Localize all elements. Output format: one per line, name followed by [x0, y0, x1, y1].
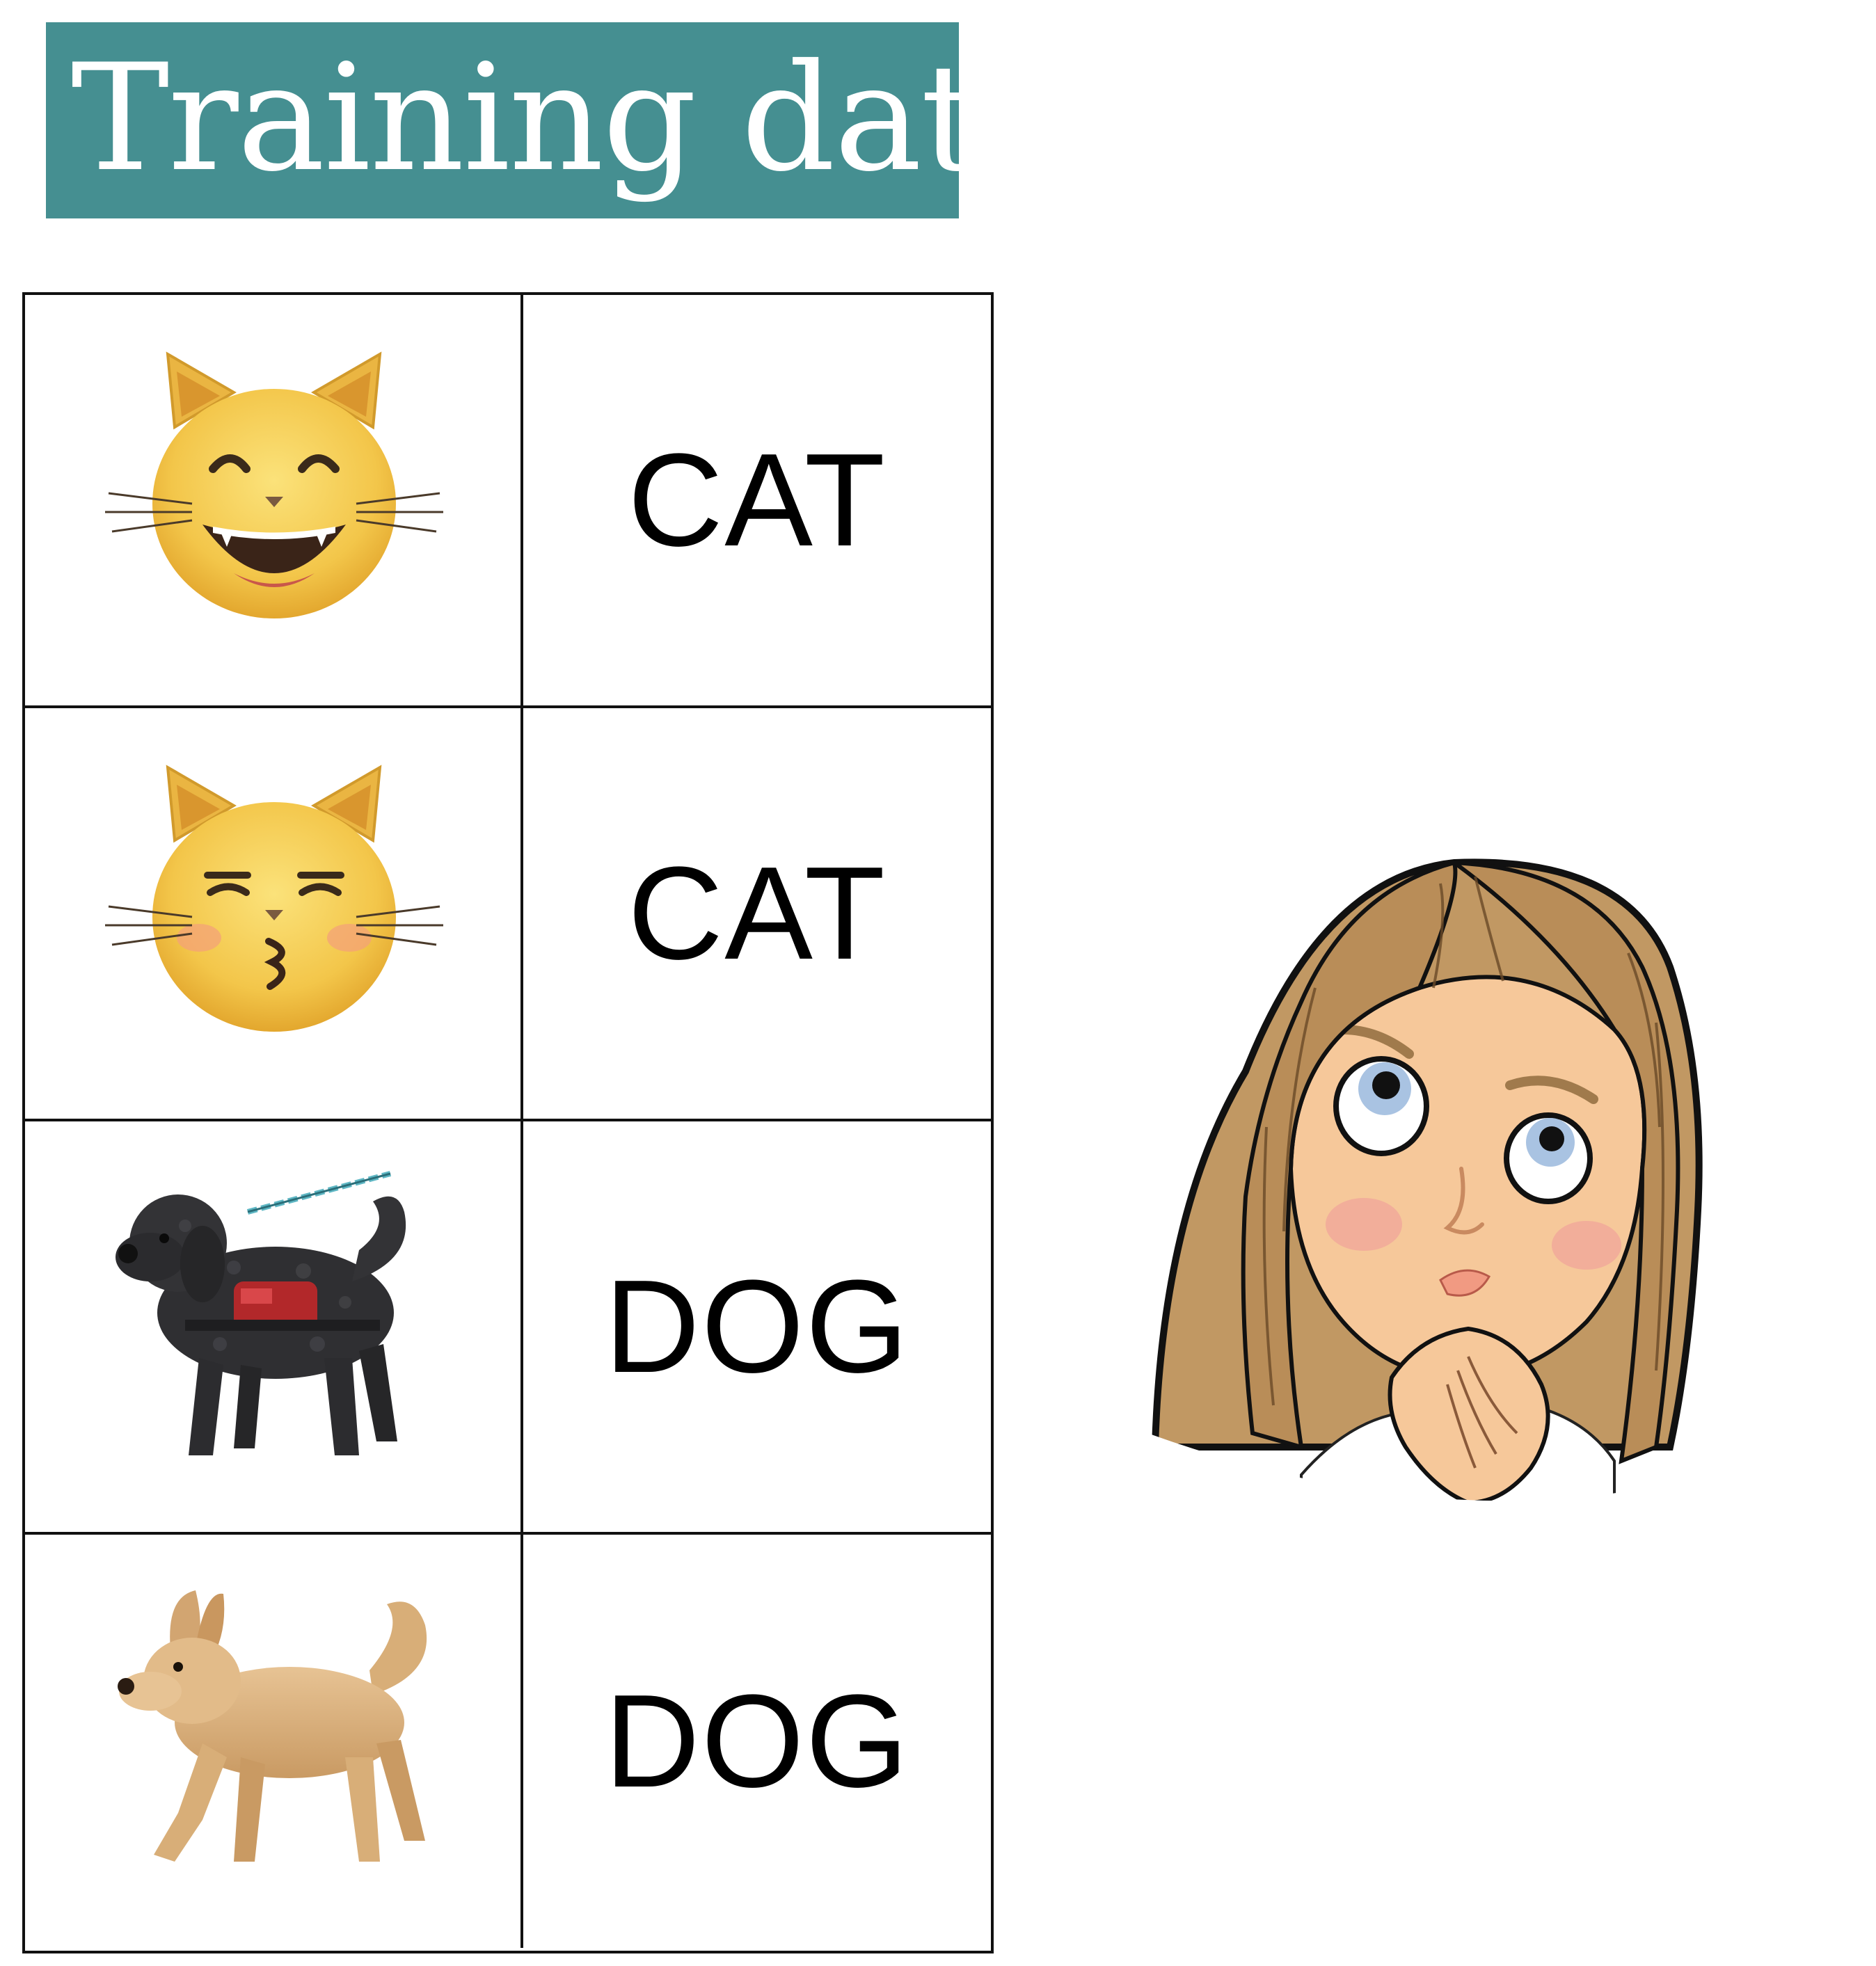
- dog-icon: [118, 1590, 427, 1862]
- grinning-cat-icon: [105, 351, 443, 618]
- image-cell: [25, 1535, 523, 1948]
- image-cell: [25, 1121, 523, 1532]
- service-dog-icon: [116, 1171, 406, 1455]
- kissing-cat-icon: [105, 765, 443, 1032]
- label-text: CAT: [628, 426, 887, 574]
- table-row: DOG: [25, 1535, 991, 1948]
- label-cell: CAT: [523, 708, 991, 1119]
- training-data-table: CAT CAT DOG DOG: [22, 292, 994, 1953]
- image-cell: [25, 295, 523, 705]
- table-row: CAT: [25, 708, 991, 1121]
- table-row: CAT: [25, 295, 991, 708]
- label-text: CAT: [628, 840, 887, 987]
- table-row: DOG: [25, 1121, 991, 1535]
- label-cell: CAT: [523, 295, 991, 705]
- thinking-girl-avatar: [1141, 858, 1795, 1505]
- label-cell: DOG: [523, 1535, 991, 1948]
- label-cell: DOG: [523, 1121, 991, 1532]
- title: Training data: [71, 32, 1067, 204]
- label-text: DOG: [604, 1253, 910, 1400]
- label-text: DOG: [604, 1668, 910, 1815]
- image-cell: [25, 708, 523, 1119]
- title-banner: Training data: [46, 22, 1067, 218]
